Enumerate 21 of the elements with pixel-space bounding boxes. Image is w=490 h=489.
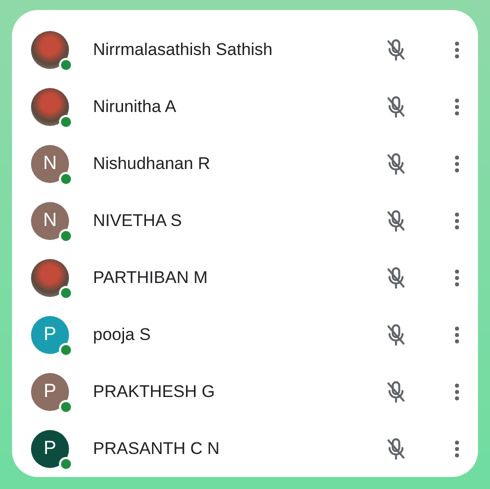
participant-name: PARTHIBAN M [93, 268, 209, 288]
participant-name: pooja S [93, 324, 152, 344]
participant-name: NIVETHA S [93, 210, 183, 230]
more-options-icon[interactable] [454, 438, 460, 460]
participant-name: Nirrmalasathish Sathish [93, 40, 274, 60]
avatar-initial: N [31, 144, 69, 182]
avatar-initial: P [31, 372, 69, 410]
more-options-icon[interactable] [454, 210, 460, 232]
avatar-initial: P [31, 430, 69, 468]
more-options-icon[interactable] [454, 96, 460, 118]
avatar-initial: P [31, 316, 69, 354]
more-options-icon[interactable] [454, 324, 460, 346]
participant-name: Nirunitha A [93, 96, 178, 116]
more-options-icon[interactable] [454, 152, 460, 174]
more-options-icon[interactable] [454, 266, 460, 288]
participant-name: PRAKTHESH G [93, 382, 216, 402]
more-options-icon[interactable] [454, 38, 460, 60]
participant-name: PRASANTH C N [93, 438, 221, 458]
avatar-initial: N [31, 202, 69, 240]
more-options-icon[interactable] [454, 380, 460, 402]
participant-name: Nishudhanan R [93, 154, 212, 174]
